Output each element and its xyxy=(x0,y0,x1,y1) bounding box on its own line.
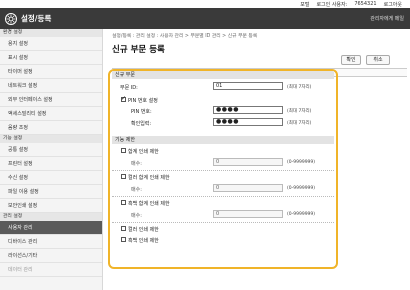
ok-button[interactable]: 확인 xyxy=(341,55,361,65)
confirm-label: 확인입력: xyxy=(131,121,152,127)
confirm-note: (최대 7자리) xyxy=(287,121,312,126)
login-user-id: 7654321 xyxy=(354,1,377,7)
divider xyxy=(112,222,334,223)
dept-id-label: 부문 ID: xyxy=(120,85,138,91)
sidebar-item-common[interactable]: 공통 설정 xyxy=(0,143,102,157)
page-title: 신규 부문 등록 xyxy=(112,45,165,55)
total-pages-label: 매수: xyxy=(131,161,142,167)
section-new-department: 신규 부문 xyxy=(112,71,334,79)
sidebar-item-timer[interactable]: 타이머 설정 xyxy=(0,65,102,79)
total-print-limit-checkbox[interactable] xyxy=(121,148,126,153)
pin-label: PIN 번호: xyxy=(131,109,152,115)
confirm-pin-input[interactable]: ●●●● xyxy=(213,118,283,126)
bw-pages-input[interactable]: 0 xyxy=(213,210,283,218)
bw-print-limit-label: 흑백 합계 인쇄 제한 xyxy=(128,201,170,207)
bw-restrict-checkbox[interactable] xyxy=(121,237,126,242)
total-print-limit-label: 합계 인쇄 제한 xyxy=(128,149,159,155)
color-pages-input[interactable]: 0 xyxy=(213,184,283,192)
color-print-limit-checkbox[interactable] xyxy=(121,174,126,179)
pin-setting-checkbox[interactable] xyxy=(121,95,126,102)
sidebar: 환경 설정 용지 설정 표시 설정 타이머 설정 네트워크 설정 외부 인터페이… xyxy=(0,29,103,290)
pin-setting-label: PIN 번호 설정 xyxy=(128,98,158,104)
sidebar-item-interface[interactable]: 외부 인터페이스 설정 xyxy=(0,93,102,107)
bw-print-limit-checkbox[interactable] xyxy=(121,200,126,205)
dept-id-note: (최대 7자리) xyxy=(287,85,312,90)
sidebar-item-device-management[interactable]: 디바이스 관리 xyxy=(0,235,102,249)
title-bar: 설정/등록 관리자에게 메일 xyxy=(0,8,410,29)
total-pages-note: (0-9999999) xyxy=(287,160,316,165)
login-user-label: 로그인 사용자: xyxy=(316,1,348,8)
sidebar-item-user-management[interactable]: 사용자 관리 xyxy=(0,221,102,235)
pin-note: (최대 7자리) xyxy=(287,109,312,114)
total-pages-input[interactable]: 0 xyxy=(213,158,283,166)
divider xyxy=(112,170,334,171)
bw-pages-note: (0-9999999) xyxy=(287,212,316,217)
dept-id-input[interactable]: 01 xyxy=(213,82,283,90)
pin-input[interactable]: ●●●● xyxy=(213,106,283,114)
mail-admin-link[interactable]: 관리자에게 메일 xyxy=(370,15,404,22)
sidebar-section-function: 기능 설정 xyxy=(0,135,102,143)
sidebar-item-receive[interactable]: 수신 설정 xyxy=(0,171,102,185)
color-pages-label: 매수: xyxy=(131,187,142,193)
color-print-limit-label: 컬러 합계 인쇄 제한 xyxy=(128,175,170,181)
sidebar-item-display[interactable]: 표시 설정 xyxy=(0,51,102,65)
color-pages-note: (0-9999999) xyxy=(287,186,316,191)
section-function-limits: 기능 제한 xyxy=(112,136,334,144)
bw-pages-label: 매수: xyxy=(131,213,142,219)
sidebar-item-license[interactable]: 라이선스/기타 xyxy=(0,249,102,263)
sidebar-item-paper[interactable]: 용지 설정 xyxy=(0,37,102,51)
sidebar-item-secure-print[interactable]: 보안인쇄 설정 xyxy=(0,199,102,213)
portal-link[interactable]: 포털 xyxy=(300,1,309,8)
breadcrumb: 설정/등록 : 관리 설정 : 사용자 관리 > 부문별 ID 관리 > 신규 … xyxy=(112,34,258,39)
cancel-button[interactable]: 취소 xyxy=(366,55,390,65)
sidebar-item-printer[interactable]: 프린터 설정 xyxy=(0,157,102,171)
topbar: 포털 로그인 사용자: 7654321 로그아웃 xyxy=(0,0,410,8)
app-title: 설정/등록 xyxy=(21,14,52,23)
sidebar-item-accessibility[interactable]: 액세스빌리티 설정 xyxy=(0,107,102,121)
divider xyxy=(112,196,334,197)
sidebar-item-file[interactable]: 파일 이용 설정 xyxy=(0,185,102,199)
sidebar-item-data[interactable]: 데이터 관리 xyxy=(0,263,102,277)
color-restrict-label: 컬러 인쇄 제한 xyxy=(128,227,159,233)
sidebar-section-settings: 환경 설정 xyxy=(0,29,102,37)
settings-gear-icon[interactable] xyxy=(5,12,17,25)
sidebar-section-management: 관리 설정 xyxy=(0,213,102,221)
bw-restrict-label: 흑백 인쇄 제한 xyxy=(128,238,159,244)
sidebar-item-volume[interactable]: 음량 조정 xyxy=(0,121,102,135)
sidebar-item-network[interactable]: 네트워크 설정 xyxy=(0,79,102,93)
logout-link[interactable]: 로그아웃 xyxy=(384,1,402,8)
color-restrict-checkbox[interactable] xyxy=(121,226,126,231)
